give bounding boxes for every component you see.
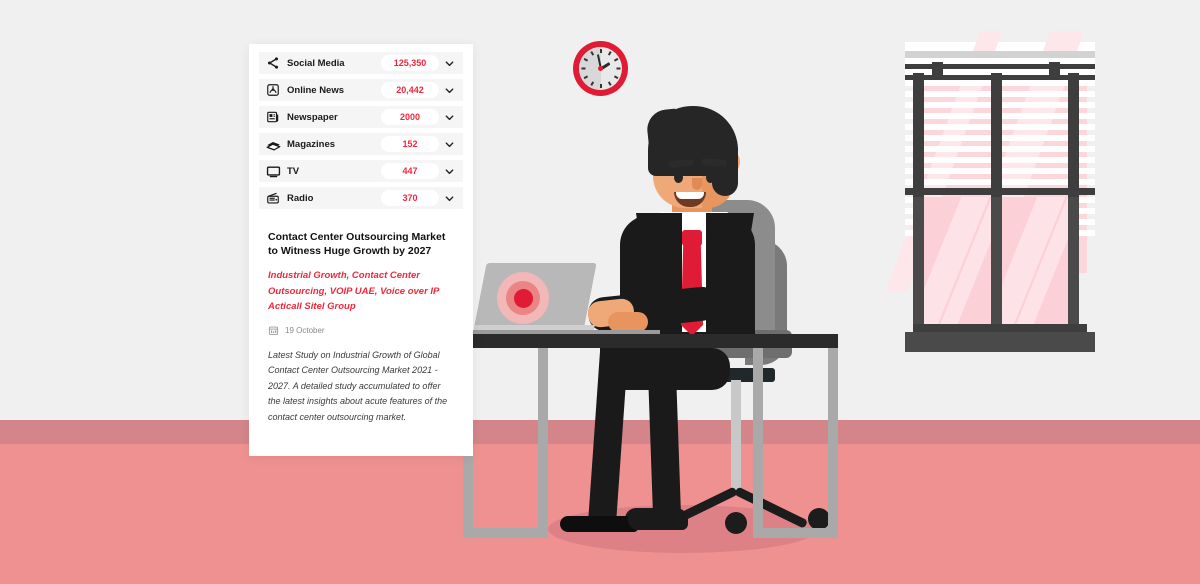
chair-post (731, 380, 741, 490)
desk-leg (753, 348, 763, 538)
share-icon (265, 55, 281, 71)
person-leg-right (648, 371, 682, 525)
window-frame-middle (991, 197, 1002, 337)
media-value: 447 (381, 163, 439, 179)
chevron-down-icon[interactable] (439, 139, 459, 150)
media-value: 152 (381, 136, 439, 152)
person-eye-left (674, 172, 683, 183)
window-frame-right (1068, 197, 1079, 337)
media-value: 2000 (381, 109, 439, 125)
person-nose (692, 178, 702, 190)
chevron-down-icon[interactable] (439, 58, 459, 69)
person-shoe-left (560, 516, 638, 532)
window-sill (905, 332, 1095, 352)
chevron-down-icon[interactable] (439, 166, 459, 177)
window-with-blinds (885, 31, 1095, 352)
media-row-tv[interactable]: TV 447 (259, 160, 463, 182)
media-row-magazines[interactable]: Magazines 152 (259, 133, 463, 155)
media-label: Newspaper (287, 111, 338, 123)
person-fingers (608, 312, 648, 332)
media-monitoring-card: Social Media 125,350 Online News 20,442 (249, 44, 473, 456)
person-eye-right (706, 172, 715, 183)
desk-leg (828, 348, 838, 538)
chevron-down-icon[interactable] (439, 112, 459, 123)
chair-caster (725, 512, 747, 534)
media-label: Social Media (287, 57, 345, 69)
media-label: Online News (287, 84, 345, 96)
radio-icon (265, 190, 281, 206)
media-label: Radio (287, 192, 314, 204)
newspaper-icon (265, 109, 281, 125)
article-date: 19 October (285, 325, 325, 335)
article-preview: Contact Center Outsourcing Market to Wit… (249, 218, 473, 425)
illustration-scene: Social Media 125,350 Online News 20,442 (0, 0, 1200, 584)
desk-top (463, 334, 838, 348)
magazines-icon (265, 136, 281, 152)
desk-foot (753, 528, 838, 538)
person-shoe-right (628, 508, 688, 530)
media-value: 125,350 (381, 55, 439, 71)
chevron-down-icon[interactable] (439, 193, 459, 204)
window-pane-right (1002, 197, 1068, 337)
window-pane-left (924, 197, 991, 337)
desk-leg (538, 348, 548, 538)
article-date-row: 19 October (268, 325, 455, 336)
media-row-social-media[interactable]: Social Media 125,350 (259, 52, 463, 74)
clock-center-pin (598, 66, 603, 71)
person-thigh (600, 348, 730, 390)
rss-feed-icon (265, 82, 281, 98)
window-frame-left (913, 197, 924, 337)
radar-pulse-icon (497, 272, 549, 324)
media-value: 370 (381, 190, 439, 206)
media-label: Magazines (287, 138, 336, 150)
article-description: Latest Study on Industrial Growth of Glo… (268, 349, 448, 422)
desk-foot (463, 528, 548, 538)
media-row-online-news[interactable]: Online News 20,442 (259, 79, 463, 101)
clock-face (579, 47, 622, 90)
article-title[interactable]: Contact Center Outsourcing Market to Wit… (268, 230, 455, 258)
media-row-newspaper[interactable]: Newspaper 2000 (259, 106, 463, 128)
article-tags[interactable]: Industrial Growth, Contact Center Outsou… (268, 268, 455, 315)
media-value: 20,442 (381, 82, 439, 98)
chevron-down-icon[interactable] (439, 85, 459, 96)
calendar-icon (268, 325, 279, 336)
wall-clock (573, 41, 628, 96)
chair-caster (808, 508, 830, 530)
person-hair-sideburn (712, 140, 738, 196)
person-tie-knot (682, 230, 702, 246)
media-row-radio[interactable]: Radio 370 (259, 187, 463, 209)
media-label: TV (287, 165, 300, 177)
media-channel-list: Social Media 125,350 Online News 20,442 (249, 44, 473, 218)
tv-icon (265, 163, 281, 179)
